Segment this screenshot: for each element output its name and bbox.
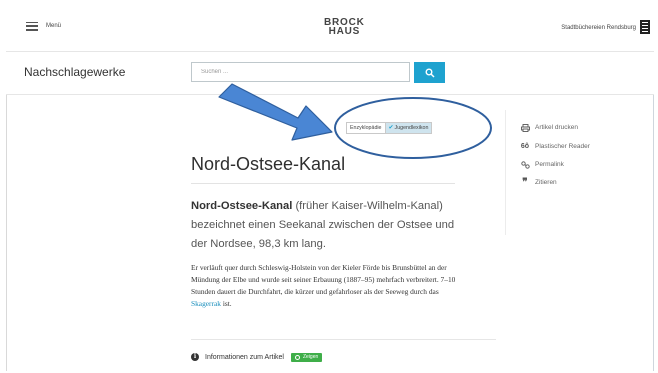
article-title: Nord-Ostsee-Kanal [191, 154, 346, 174]
print-article-label: Artikel drucken [535, 124, 578, 131]
section-title[interactable]: Nachschlagewerke [24, 65, 125, 79]
article-divider [191, 339, 496, 340]
show-label: Zeigen [302, 353, 319, 360]
plastic-reader-action[interactable]: 6ô Plastischer Reader [520, 142, 590, 151]
plus-circle-icon [294, 354, 300, 360]
skagerrak-link[interactable]: Skagerrak [191, 299, 221, 308]
search-icon [425, 68, 435, 78]
lead-term: Nord-Ostsee-Kanal [191, 200, 293, 212]
article-lead: Nord-Ostsee-Kanal (früher Kaiser-Wilhelm… [191, 197, 461, 254]
permalink-label: Permalink [535, 161, 564, 168]
reader-glasses-icon: 6ô [520, 143, 530, 150]
toggle-enzyklopaedie[interactable]: Enzyklopädie [347, 123, 385, 133]
print-article-action[interactable]: Artikel drucken [520, 123, 578, 132]
toggle-jugendlexikon-label: Jugendlexikon [394, 125, 429, 131]
cite-label: Zitieren [535, 179, 557, 186]
lexicon-toggle: Enzyklopädie ✔Jugendlexikon [346, 122, 433, 134]
quote-icon: ❞ [522, 177, 528, 188]
side-divider [505, 110, 506, 235]
hamburger-icon [26, 21, 38, 31]
search-button[interactable] [414, 62, 445, 83]
permalink-action[interactable]: Permalink [520, 160, 564, 169]
menu-button[interactable]: Menü [26, 19, 61, 33]
show-info-button[interactable]: Zeigen [290, 352, 323, 362]
printer-icon [520, 123, 530, 132]
info-label: Informationen zum Artikel [205, 353, 284, 361]
body-text-start: Er verläuft quer durch Schleswig-Holstei… [191, 263, 456, 296]
title-divider [191, 183, 455, 184]
cite-action[interactable]: ❞ Zitieren [520, 177, 557, 188]
menu-label: Menü [46, 23, 62, 29]
permalink-icon [520, 160, 530, 169]
article-info-row: i Informationen zum Artikel Zeigen [191, 352, 323, 362]
library-logo-icon [640, 20, 650, 34]
library-name: Stadtbüchereien Rendsburg [561, 25, 636, 31]
body-text-end: ist. [220, 299, 232, 308]
checkmark-icon: ✔ [388, 125, 394, 131]
logo-line2: HAUS [328, 26, 361, 37]
info-icon: i [191, 353, 199, 361]
brockhaus-logo[interactable]: BROCK HAUS [324, 18, 365, 37]
article-body: Er verläuft quer durch Schleswig-Holstei… [191, 262, 461, 310]
search-input[interactable] [191, 62, 410, 82]
toggle-jugendlexikon[interactable]: ✔Jugendlexikon [384, 123, 432, 133]
plastic-reader-label: Plastischer Reader [535, 143, 590, 150]
